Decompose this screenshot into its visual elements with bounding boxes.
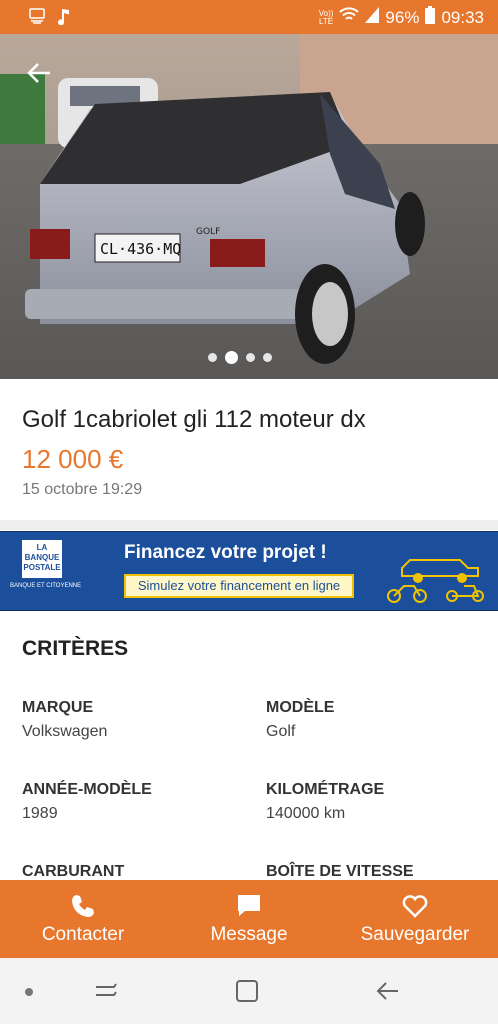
music-note-icon [56, 7, 72, 28]
phone-icon [72, 895, 94, 917]
car-photo: CL·436·MQ GOLF [0, 34, 498, 379]
bank-mark: LA BANQUE POSTALE [22, 540, 62, 578]
criterion-label: MODÈLE [266, 699, 335, 716]
gallery-dot[interactable] [208, 353, 217, 362]
gallery-dot[interactable] [263, 353, 272, 362]
criterion-brand: MARQUE Volkswagen [22, 699, 107, 741]
vehicles-icon [387, 559, 484, 603]
battery-icon [425, 6, 436, 29]
arrow-left-icon [27, 63, 50, 83]
contact-button[interactable]: Contacter [0, 880, 166, 958]
system-nav-bar [0, 958, 498, 1024]
criterion-value: Volkswagen [22, 723, 108, 740]
criterion-label: KILOMÉTRAGE [266, 781, 385, 798]
gallery-dot[interactable] [246, 353, 255, 362]
criterion-fuel: CARBURANT [22, 863, 124, 881]
dot-icon [25, 988, 33, 996]
wifi-icon [339, 7, 360, 28]
home-icon[interactable] [235, 979, 259, 1003]
back-button[interactable] [24, 58, 54, 88]
volte-icon: Vo)) LTE [318, 8, 334, 26]
back-nav-icon[interactable] [374, 979, 400, 1003]
contact-label: Contacter [41, 924, 125, 945]
chat-bubble-icon [238, 895, 260, 916]
clock: 09:33 [441, 7, 484, 27]
car-badge: GOLF [196, 227, 220, 237]
criterion-label: MARQUE [22, 699, 94, 716]
criteria-heading: CRITÈRES [22, 637, 129, 660]
listing-title: Golf 1cabriolet gli 112 moteur dx [22, 406, 366, 433]
criterion-label: CARBURANT [22, 863, 125, 880]
status-bar: Vo)) LTE 96% 09:33 [0, 0, 498, 34]
heart-icon [402, 895, 428, 918]
action-bar: Contacter Message Sauvegarder [0, 880, 498, 958]
bank-logo: LA BANQUE POSTALE BANQUE ET CITOYENNE [10, 540, 82, 598]
battery-percentage: 96% [385, 7, 420, 27]
criterion-label: ANNÉE-MODÈLE [22, 781, 152, 798]
section-divider [0, 520, 498, 530]
leboncoin-notification-icon [28, 7, 46, 28]
license-plate: CL·436·MQ [100, 240, 181, 258]
gallery-pagination [208, 351, 272, 364]
gallery-dot[interactable] [225, 351, 238, 364]
ad-cta-button[interactable]: Simulez votre financement en ligne [124, 574, 354, 598]
criterion-label: BOÎTE DE VITESSE [266, 863, 414, 880]
listing-photo[interactable]: CL·436·MQ GOLF coin [0, 34, 498, 379]
criterion-model: MODÈLE Golf [266, 699, 334, 741]
listing-price: 12 000 € [22, 444, 124, 474]
criterion-gearbox: BOÎTE DE VITESSE [266, 863, 414, 881]
listing-date: 15 octobre 19:29 [22, 481, 143, 498]
recent-apps-icon[interactable] [93, 979, 119, 1003]
criterion-value: 140000 km [266, 805, 346, 822]
criterion-mileage: KILOMÉTRAGE 140000 km [266, 781, 384, 823]
criterion-value: 1989 [22, 805, 58, 822]
criterion-value: Golf [266, 723, 296, 740]
ad-headline: Financez votre projet ! [124, 542, 327, 563]
signal-icon [365, 7, 380, 28]
criterion-year: ANNÉE-MODÈLE 1989 [22, 781, 152, 823]
bank-tagline: BANQUE ET CITOYENNE [10, 583, 82, 589]
message-button[interactable]: Message [166, 880, 332, 958]
message-label: Message [210, 924, 288, 945]
save-label: Sauvegarder [360, 924, 470, 945]
ad-banner[interactable]: LA BANQUE POSTALE BANQUE ET CITOYENNE Fi… [0, 531, 498, 611]
save-button[interactable]: Sauvegarder [332, 880, 498, 958]
